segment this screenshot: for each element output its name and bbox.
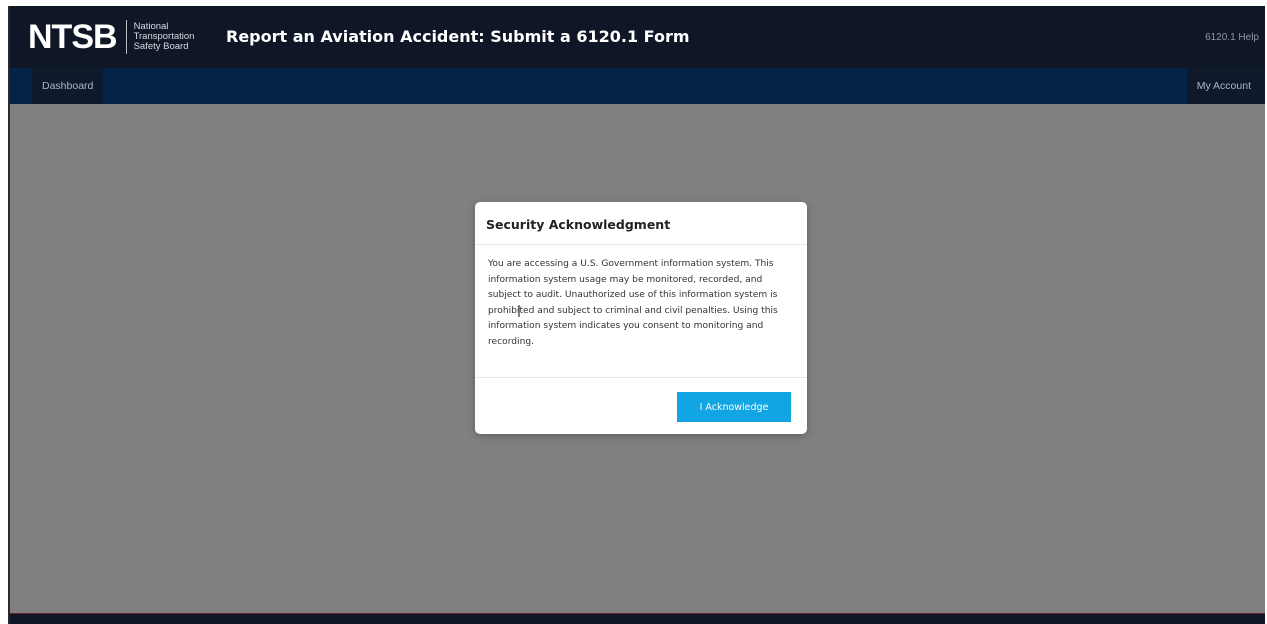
text-cursor-icon	[518, 305, 520, 317]
dialog-text-line: recording.	[488, 336, 535, 347]
dialog-text-line: information system indicates you consent…	[488, 321, 764, 331]
nav-dashboard[interactable]: Dashboard	[32, 68, 104, 104]
help-link[interactable]: 6120.1 Help	[1205, 32, 1259, 43]
security-acknowledgment-dialog: Security Acknowledgment You are accessin…	[475, 202, 807, 434]
site-footer	[10, 613, 1265, 624]
dialog-body: You are accessing a U.S. Government info…	[475, 245, 807, 378]
ntsb-logo[interactable]: NTSB National Transportation Safety Boar…	[28, 16, 194, 58]
page-title: Report an Aviation Accident: Submit a 61…	[226, 27, 690, 46]
acknowledge-button[interactable]: I Acknowledge	[677, 392, 791, 422]
dialog-footer: I Acknowledge	[475, 378, 807, 434]
nav-my-account[interactable]: My Account	[1186, 68, 1265, 104]
dialog-text-line: prohibited and subject to criminal and c…	[488, 305, 778, 316]
site-header: NTSB National Transportation Safety Boar…	[10, 6, 1265, 68]
logo-divider	[125, 20, 127, 54]
logo-wordmark: NTSB	[28, 18, 118, 56]
dialog-title: Security Acknowledgment	[486, 216, 671, 232]
dialog-text-line: subject to audit. Unauthorized use of th…	[488, 290, 778, 300]
agency-name: National Transportation Safety Board	[134, 22, 195, 52]
dialog-text-line: You are accessing a U.S. Government info…	[488, 259, 774, 269]
dialog-text-line: information system usage may be monitore…	[488, 274, 763, 285]
main-nav: Dashboard My Account	[10, 68, 1265, 104]
dialog-header: Security Acknowledgment	[475, 202, 807, 245]
agency-line: Safety Board	[133, 41, 189, 52]
